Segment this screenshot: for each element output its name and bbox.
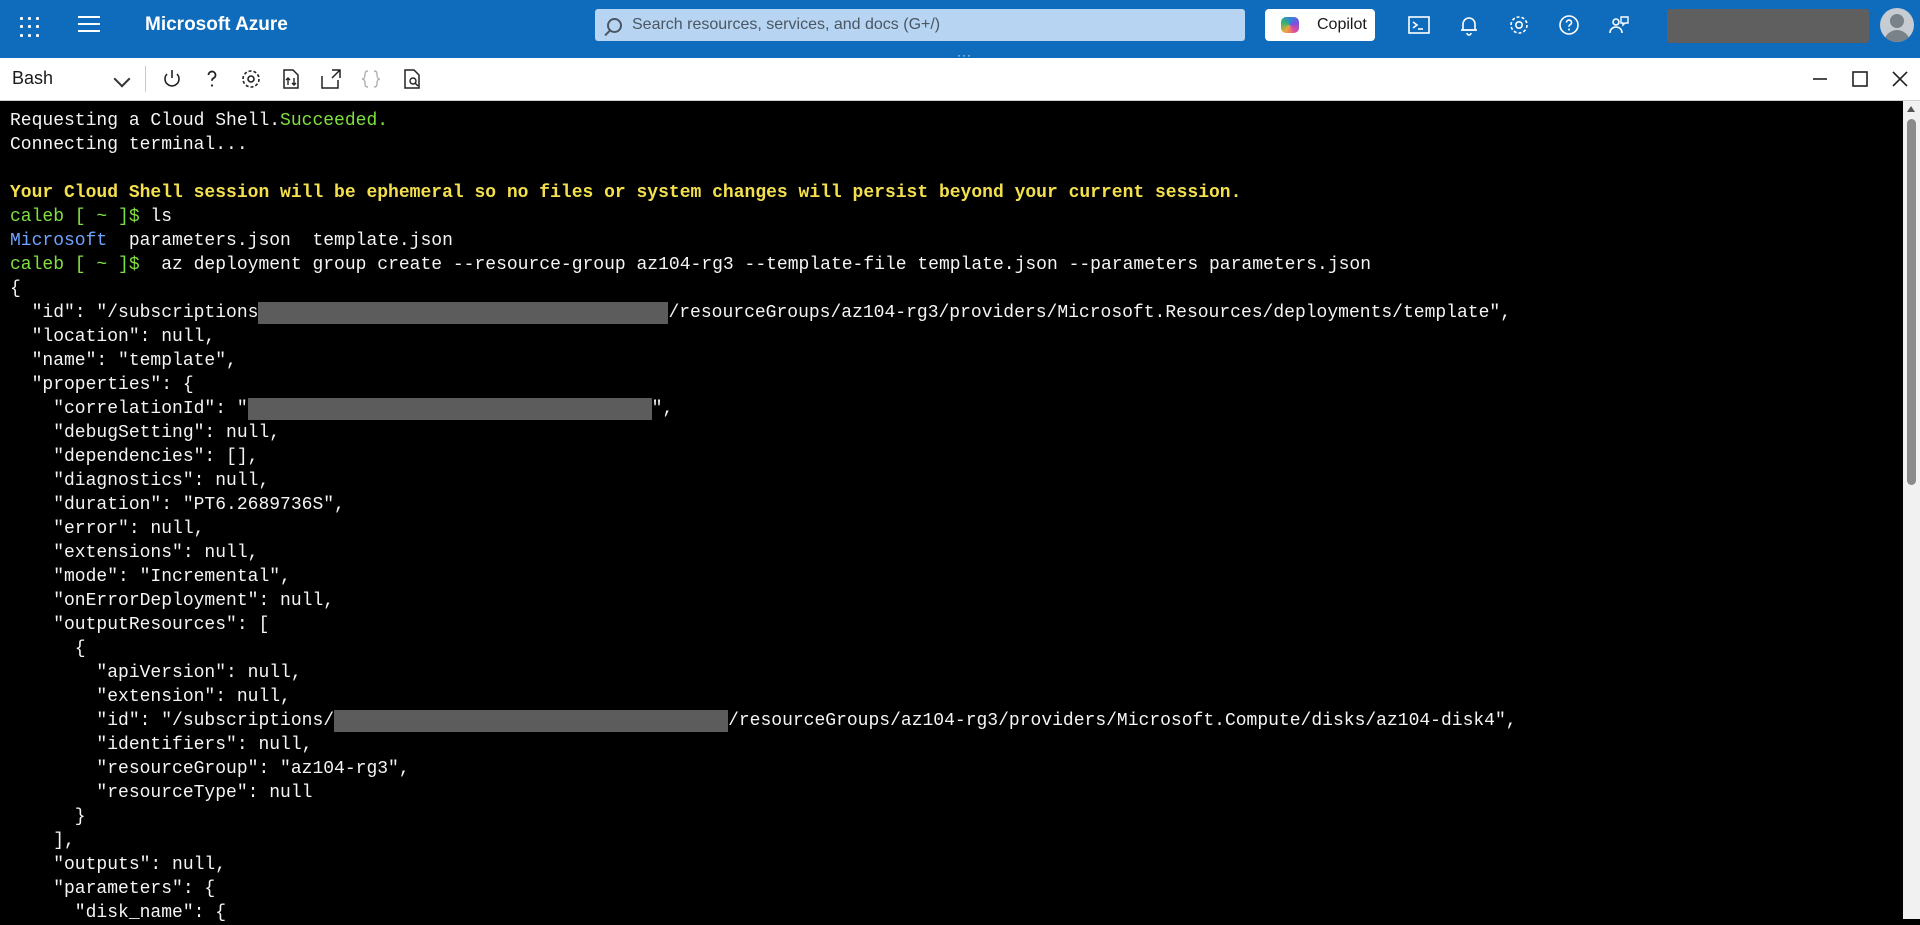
shell-type-select[interactable]: Bash	[12, 68, 131, 89]
avatar[interactable]	[1880, 8, 1914, 42]
terminal-line: Requesting a Cloud Shell.Succeeded.	[10, 111, 389, 131]
json-line: "diagnostics": null,	[10, 471, 270, 491]
terminal-line: caleb [ ~ ]$ ls	[10, 207, 173, 227]
scroll-up-icon[interactable]	[1907, 106, 1915, 112]
toolbar-divider	[145, 66, 146, 92]
settings-icon[interactable]	[1507, 13, 1531, 37]
settings-icon[interactable]	[239, 67, 263, 91]
web-preview-icon[interactable]	[400, 67, 424, 91]
help-icon[interactable]	[1557, 13, 1581, 37]
upload-download-icon[interactable]	[279, 67, 303, 91]
json-line: "disk_name": {	[10, 903, 227, 923]
json-line: "duration": "PT6.2689736S",	[10, 495, 345, 515]
redacted-subscription-id	[334, 710, 729, 732]
json-line: "outputResources": [	[10, 615, 270, 635]
minimize-icon[interactable]	[1808, 67, 1832, 91]
terminal-line: Connecting terminal...	[10, 135, 248, 155]
json-line: "location": null,	[10, 327, 216, 347]
json-line: "identifiers": null,	[10, 735, 313, 755]
json-line: ],	[10, 831, 75, 851]
json-line: "error": null,	[10, 519, 205, 539]
cloud-shell-icon[interactable]	[1407, 13, 1431, 37]
open-new-session-icon[interactable]	[319, 67, 343, 91]
session-warning: Your Cloud Shell session will be ephemer…	[10, 183, 1242, 203]
json-line: "name": "template",	[10, 351, 237, 371]
json-line: "apiVersion": null,	[10, 663, 302, 683]
json-line: "resourceGroup": "az104-rg3",	[10, 759, 410, 779]
maximize-icon[interactable]	[1848, 67, 1872, 91]
json-line: "outputs": null,	[10, 855, 227, 875]
portal-menu-icon[interactable]	[78, 16, 100, 34]
json-line: "extensions": null,	[10, 543, 259, 563]
brand-title[interactable]: Microsoft Azure	[145, 14, 288, 36]
json-line: "extension": null,	[10, 687, 291, 707]
azure-top-bar: Microsoft Azure Search resources, servic…	[0, 0, 1920, 50]
json-line: }	[10, 807, 86, 827]
search-icon	[607, 18, 622, 33]
global-search-input[interactable]: Search resources, services, and docs (G+…	[595, 9, 1245, 41]
editor-braces-icon[interactable]	[359, 67, 383, 91]
chevron-down-icon	[113, 70, 131, 88]
terminal-line: caleb [ ~ ]$ az deployment group create …	[10, 255, 1372, 275]
copilot-label: Copilot	[1317, 16, 1367, 33]
search-placeholder: Search resources, services, and docs (G+…	[632, 16, 941, 33]
terminal-output[interactable]: Requesting a Cloud Shell.Succeeded. Conn…	[0, 101, 1902, 923]
notifications-icon[interactable]	[1457, 13, 1481, 37]
redacted-correlation-id	[247, 398, 652, 420]
copilot-icon	[1281, 17, 1299, 33]
json-line: "mode": "Incremental",	[10, 567, 291, 587]
json-line: {	[10, 639, 86, 659]
close-icon[interactable]	[1888, 67, 1912, 91]
json-line: "debugSetting": null,	[10, 423, 281, 443]
terminal-line: Microsoft parameters.json template.json	[10, 231, 453, 251]
app-launcher-icon[interactable]	[14, 12, 40, 38]
account-name-redacted[interactable]	[1667, 9, 1869, 43]
feedback-icon[interactable]	[1607, 13, 1631, 37]
json-line: "parameters": {	[10, 879, 216, 899]
json-line: {	[10, 279, 21, 299]
json-line: "id": "/subscriptions/resourceGroups/az1…	[10, 302, 1511, 324]
help-icon[interactable]	[200, 67, 224, 91]
shell-type-label: Bash	[12, 68, 54, 88]
json-line: "properties": {	[10, 375, 194, 395]
json-line: "onErrorDeployment": null,	[10, 591, 335, 611]
json-line: "correlationId": " ",	[10, 398, 674, 420]
redacted-subscription-id	[258, 302, 669, 324]
scrollbar-thumb[interactable]	[1907, 119, 1916, 485]
json-line: "dependencies": [],	[10, 447, 259, 467]
json-line: "id": "/subscriptions//resourceGroups/az…	[10, 710, 1517, 732]
restart-icon[interactable]	[160, 67, 184, 91]
copilot-button[interactable]: Copilot	[1265, 9, 1375, 41]
json-line: "resourceType": null	[10, 783, 313, 803]
terminal-scrollbar[interactable]	[1903, 101, 1920, 919]
cloud-shell-toolbar: Bash	[0, 58, 1920, 101]
